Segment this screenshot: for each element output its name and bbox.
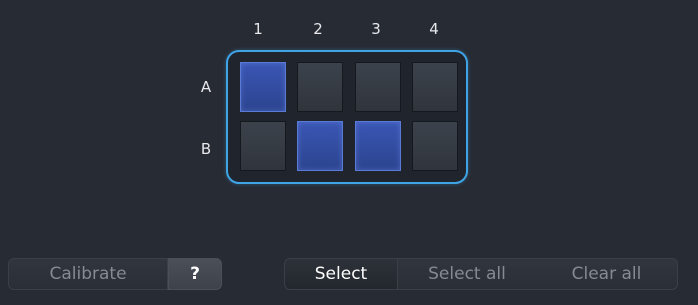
column-label-2: 2 bbox=[313, 20, 323, 38]
well-A1[interactable] bbox=[240, 62, 286, 112]
well-B4[interactable] bbox=[412, 121, 458, 171]
calibrate-button[interactable]: Calibrate bbox=[8, 258, 168, 290]
plate-panel: 1 2 3 4 A B Calibrate ? Select Select al… bbox=[0, 0, 698, 305]
selection-mode-group: Select Select all Clear all bbox=[284, 258, 678, 290]
column-label-3: 3 bbox=[371, 20, 381, 38]
well-B2[interactable] bbox=[297, 121, 343, 171]
column-label-1: 1 bbox=[253, 20, 263, 38]
row-label-b: B bbox=[200, 140, 212, 158]
well-B1[interactable] bbox=[240, 121, 286, 171]
well-A3[interactable] bbox=[355, 62, 401, 112]
select-button[interactable]: Select bbox=[285, 259, 397, 289]
well-B3[interactable] bbox=[355, 121, 401, 171]
select-all-button[interactable]: Select all bbox=[398, 259, 536, 289]
well-A4[interactable] bbox=[412, 62, 458, 112]
clear-all-button[interactable]: Clear all bbox=[536, 259, 677, 289]
column-label-4: 4 bbox=[429, 20, 439, 38]
well-A2[interactable] bbox=[297, 62, 343, 112]
help-button[interactable]: ? bbox=[168, 258, 222, 290]
row-label-a: A bbox=[200, 78, 212, 96]
